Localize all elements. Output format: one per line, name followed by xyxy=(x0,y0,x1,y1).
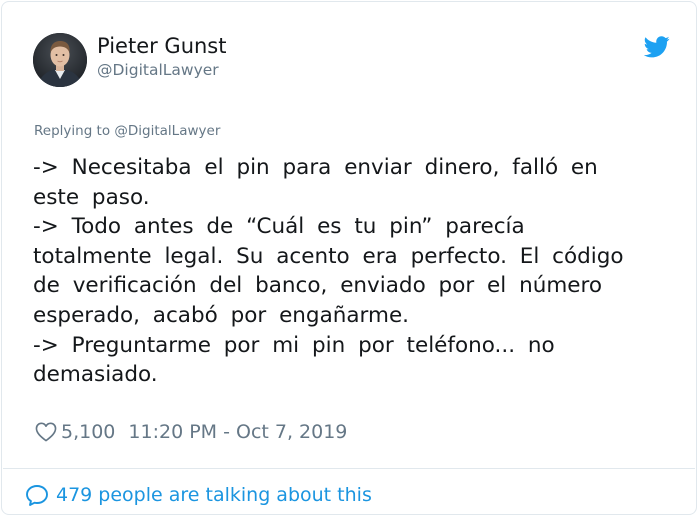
conversation-label[interactable]: 479 people are talking about this xyxy=(56,484,372,506)
conversation-link[interactable]: 479 people are talking about this xyxy=(25,482,372,508)
tweet-line: -> Todo antes de “Cuál es tu pin” parecí… xyxy=(33,214,525,240)
display-name[interactable]: Pieter Gunst xyxy=(97,33,227,59)
replying-to[interactable]: Replying to @DigitalLawyer xyxy=(34,122,220,140)
twitter-bird-icon[interactable] xyxy=(643,36,670,58)
tweet-line: -> Necesitaba el pin para enviar dinero,… xyxy=(33,155,598,180)
tweet-line: de verificación del banco, enviado por e… xyxy=(33,273,603,299)
timestamp[interactable]: 11:20 PM - Oct 7, 2019 xyxy=(128,421,347,443)
tweet-line: esperado, acabó por engañarme. xyxy=(33,302,410,328)
tweet-text: -> Necesitaba el pin para enviar dinero,… xyxy=(33,153,673,390)
tweet-line: este paso. xyxy=(33,184,150,210)
tweet-meta: 5,100 11:20 PM - Oct 7, 2019 xyxy=(35,419,347,445)
tweet-card: Pieter Gunst @DigitalLawyer Replying to … xyxy=(1,1,697,515)
divider xyxy=(3,468,695,469)
tweet-line: totalmente legal. Su acento era perfecto… xyxy=(33,243,624,269)
heart-icon[interactable] xyxy=(35,422,57,442)
tweet-line: demasiado. xyxy=(33,362,158,388)
user-handle[interactable]: @DigitalLawyer xyxy=(97,60,219,80)
tweet-line: -> Preguntarme por mi pin por teléfono..… xyxy=(33,332,555,358)
like-count[interactable]: 5,100 xyxy=(61,421,115,443)
avatar[interactable] xyxy=(33,33,87,87)
comment-bubble-icon xyxy=(25,484,49,507)
